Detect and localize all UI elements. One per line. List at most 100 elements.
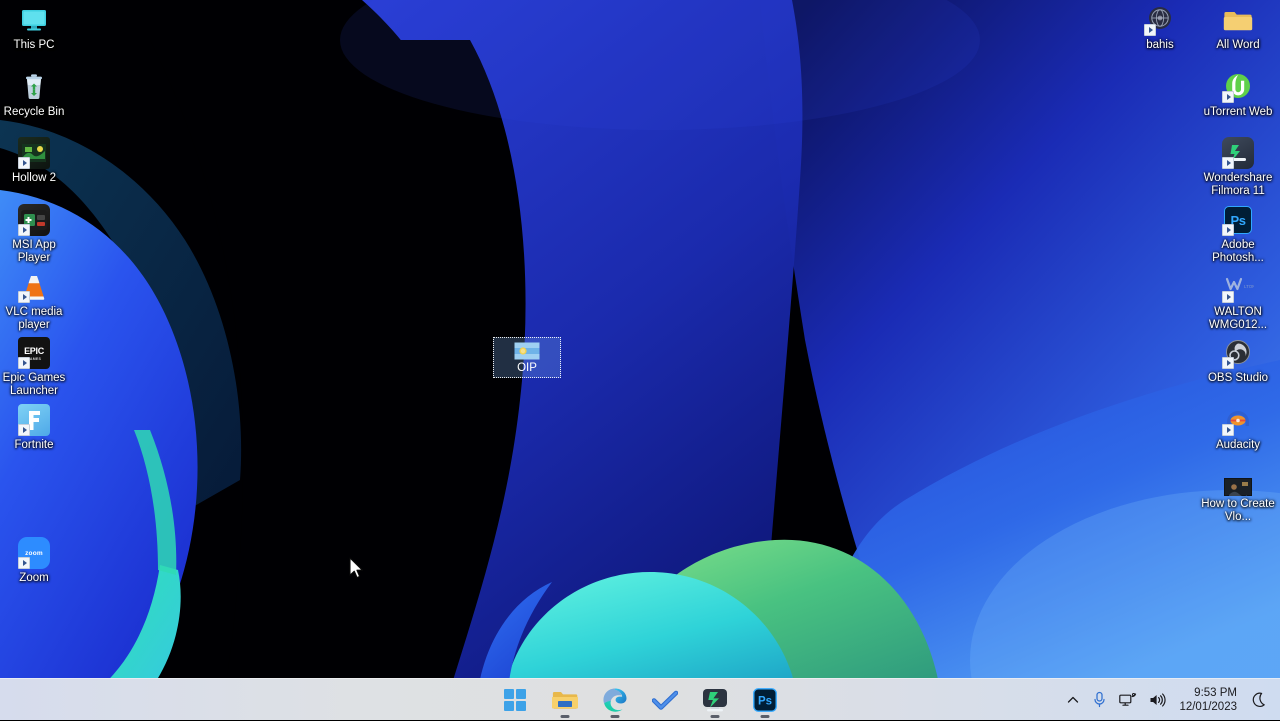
audacity-icon [1222, 404, 1254, 436]
svg-text:LTON: LTON [1244, 284, 1254, 289]
microsoft-edge-icon [602, 687, 628, 713]
bahis-globe-icon [1144, 4, 1176, 36]
desktop-icon-label: Epic Games Launcher [0, 372, 68, 398]
desktop-icon-obs-studio[interactable]: OBS Studio [1196, 337, 1280, 385]
desktop-icon-zoom[interactable]: zoom Zoom [0, 537, 68, 585]
show-hidden-icons-button[interactable] [1060, 683, 1086, 717]
shortcut-overlay-icon [1222, 357, 1234, 369]
clock-date: 12/01/2023 [1179, 700, 1237, 714]
walton-icon: LTON [1222, 271, 1254, 303]
desktop-icon-all-word[interactable]: All Word [1196, 4, 1280, 52]
shortcut-overlay-icon [1222, 91, 1234, 103]
taskbar-center-group: Ps [495, 679, 785, 721]
desktop-icon-label: All Word [1196, 39, 1280, 52]
network-button[interactable] [1113, 683, 1143, 717]
shortcut-overlay-icon [18, 157, 30, 169]
system-tray: 9:53 PM 12/01/2023 [1060, 679, 1272, 721]
desktop-icon-how-to-create-vlog[interactable]: How to Create Vlo... [1196, 471, 1280, 524]
microphone-button[interactable] [1086, 683, 1113, 717]
file-explorer-icon [552, 688, 578, 712]
this-pc-monitor-icon [18, 4, 50, 36]
speaker-volume-icon [1149, 692, 1167, 708]
fortnite-icon [18, 404, 50, 436]
desktop-icon-label: Hollow 2 [0, 172, 68, 185]
clock-time: 9:53 PM [1194, 686, 1237, 700]
zoom-app-icon: zoom [18, 537, 50, 569]
desktop-icon-label: VLC media player [0, 306, 68, 332]
desktop-icon-bahis[interactable]: bahis [1128, 4, 1192, 52]
moon-icon [1251, 692, 1266, 708]
photoshop-icon: Ps [1222, 204, 1254, 236]
recycle-bin-icon [18, 71, 50, 103]
msi-app-player-icon [18, 204, 50, 236]
desktop-icon-this-pc[interactable]: This PC [0, 4, 68, 52]
filmora-taskbar-icon [702, 688, 728, 712]
desktop-icon-label: This PC [0, 39, 68, 52]
desktop-icon-adobe-photoshop[interactable]: Ps Adobe Photosh... [1196, 204, 1280, 265]
desktop-icon-label: OBS Studio [1196, 372, 1280, 385]
desktop-icon-label: Recycle Bin [0, 106, 68, 119]
chevron-up-icon [1066, 693, 1080, 707]
desktop-icon-msi-app-player[interactable]: MSI App Player [0, 204, 68, 265]
shortcut-overlay-icon [1222, 424, 1234, 436]
desktop-icon-label: Fortnite [0, 439, 68, 452]
desktop-icon-utorrent-web[interactable]: uTorrent Web [1196, 71, 1280, 119]
desktop-icon-label: bahis [1128, 39, 1192, 52]
hollow-knight-game-icon [18, 137, 50, 169]
shortcut-overlay-icon [1144, 24, 1156, 36]
desktop-icon-epic-games-launcher[interactable]: EPIC GAMES Epic Games Launcher [0, 337, 68, 398]
desktop-icon-label: Audacity [1196, 439, 1280, 452]
video-thumbnail-icon [1224, 478, 1252, 496]
checkmark-icon [652, 690, 678, 710]
microsoft-todo-button[interactable] [645, 680, 685, 720]
desktop-wallpaper [0, 0, 1280, 680]
shortcut-overlay-icon [18, 224, 30, 236]
taskbar[interactable]: Ps [0, 678, 1280, 720]
desktop-icon-label: WALTON WMG012... [1196, 306, 1280, 332]
running-indicator [611, 715, 620, 718]
network-monitor-icon [1119, 692, 1137, 708]
utorrent-web-icon [1222, 71, 1254, 103]
shortcut-overlay-icon [18, 424, 30, 436]
desktop-icon-vlc-media-player[interactable]: VLC media player [0, 271, 68, 332]
filmora-button[interactable] [695, 680, 735, 720]
shortcut-overlay-icon [1222, 291, 1234, 303]
clock-button[interactable]: 9:53 PM 12/01/2023 [1173, 683, 1245, 717]
desktop-icon-recycle-bin[interactable]: Recycle Bin [0, 71, 68, 119]
desktop[interactable]: This PC Recycle Bin [0, 0, 1280, 720]
desktop-icon-label: How to Create Vlo... [1196, 498, 1280, 524]
running-indicator [761, 715, 770, 718]
folder-icon [1222, 4, 1254, 36]
desktop-icon-oip-selected[interactable]: OIP [493, 337, 561, 378]
shortcut-overlay-icon [1222, 157, 1234, 169]
volume-button[interactable] [1143, 683, 1173, 717]
desktop-icon-label: OIP [494, 362, 560, 375]
shortcut-overlay-icon [18, 557, 30, 569]
obs-studio-icon [1222, 337, 1254, 369]
desktop-icon-label: MSI App Player [0, 239, 68, 265]
desktop-icon-audacity[interactable]: Audacity [1196, 404, 1280, 452]
desktop-icon-fortnite[interactable]: Fortnite [0, 404, 68, 452]
desktop-icon-label: Adobe Photosh... [1196, 239, 1280, 265]
svg-text:Ps: Ps [758, 695, 772, 707]
photoshop-taskbar-icon: Ps [753, 688, 777, 712]
filmora-icon [1222, 137, 1254, 169]
notifications-button[interactable] [1245, 683, 1272, 717]
desktop-icon-label: uTorrent Web [1196, 106, 1280, 119]
desktop-icon-wondershare-filmora-11[interactable]: Wondershare Filmora 11 [1196, 137, 1280, 198]
microsoft-edge-button[interactable] [595, 680, 635, 720]
start-button[interactable] [495, 680, 535, 720]
file-explorer-button[interactable] [545, 680, 585, 720]
image-thumbnail-icon [514, 342, 540, 360]
windows-logo-icon [504, 689, 526, 711]
shortcut-overlay-icon [18, 357, 30, 369]
vlc-cone-icon [18, 271, 50, 303]
running-indicator [711, 715, 720, 718]
epic-games-icon: EPIC GAMES [18, 337, 50, 369]
desktop-icon-walton-wmg012[interactable]: LTON WALTON WMG012... [1196, 271, 1280, 332]
shortcut-overlay-icon [18, 291, 30, 303]
photoshop-button[interactable]: Ps [745, 680, 785, 720]
desktop-icon-label: Wondershare Filmora 11 [1196, 172, 1280, 198]
desktop-icon-hollow-2[interactable]: Hollow 2 [0, 137, 68, 185]
microphone-icon [1092, 691, 1107, 708]
